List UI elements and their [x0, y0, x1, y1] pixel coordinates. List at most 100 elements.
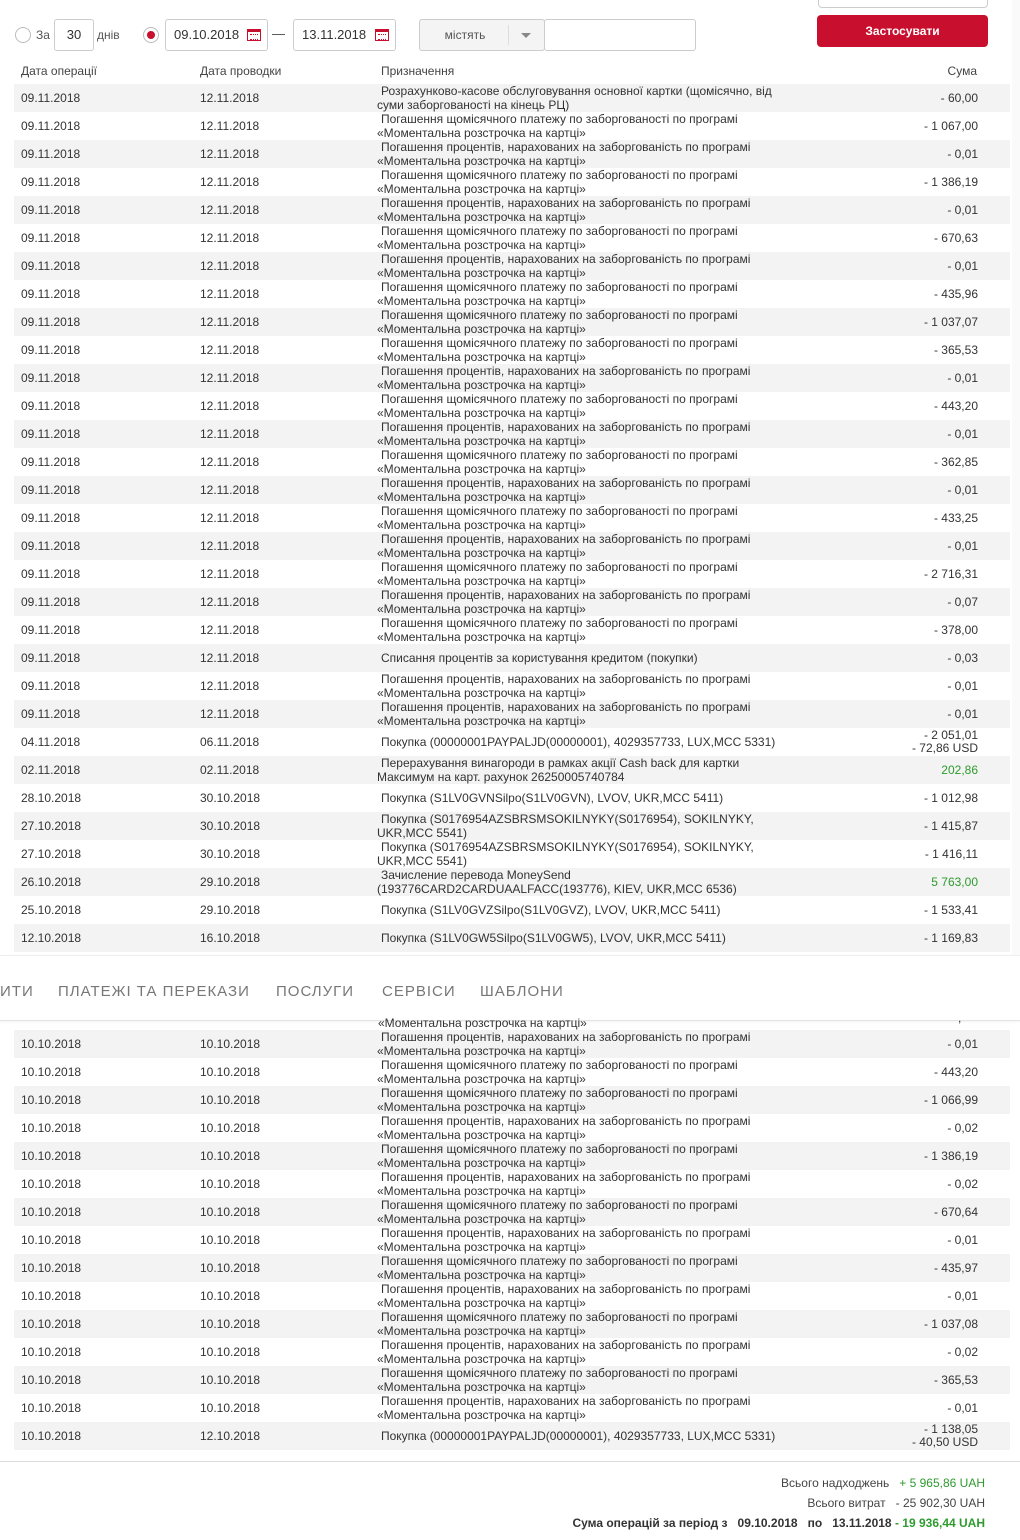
- description-line: Покупка (S0176954AZSBRSMSOKILNYKY(S01769…: [381, 840, 754, 854]
- operation-date: 10.10.2018: [21, 1121, 82, 1135]
- nav-item-payments[interactable]: ПЛАТЕЖІ ТА ПЕРЕКАЗИ: [58, 983, 250, 1000]
- table-row[interactable]: 10.10.2018 10.10.2018 Погашення процентів,…: [14, 1170, 1010, 1198]
- table-row[interactable]: 28.10.2018 30.10.2018 Покупка (S1LV0GVNSil…: [14, 784, 1010, 812]
- operation-date: 10.10.2018: [21, 1065, 82, 1079]
- nav-item-partial[interactable]: ИТИ: [0, 983, 34, 1000]
- table-row[interactable]: 10.10.2018 10.10.2018 Погашення щомісячног…: [14, 1254, 1010, 1282]
- table-row[interactable]: 27.10.2018 30.10.2018 Покупка (S0176954AZS…: [14, 812, 1010, 840]
- header-post-date[interactable]: Дата проводки: [200, 64, 281, 78]
- table-row[interactable]: 09.11.2018 12.11.2018 Погашення щомісячног…: [14, 112, 1010, 140]
- description: Погашення щомісячного платежу по заборго…: [377, 1254, 797, 1282]
- table-row[interactable]: 10.10.2018 10.10.2018 Погашення щомісячног…: [14, 1198, 1010, 1226]
- table-row[interactable]: 10.10.2018 10.10.2018 Погашення процентів,…: [14, 1030, 1010, 1058]
- table-row[interactable]: 09.11.2018 12.11.2018 Погашення процентів,…: [14, 364, 1010, 392]
- operation-date: 12.10.2018: [21, 931, 82, 945]
- table-row[interactable]: 09.11.2018 12.11.2018 Списання процентів з…: [14, 644, 1010, 672]
- amount-value: - 0,01: [947, 706, 978, 721]
- table-row[interactable]: 10.10.2018 10.10.2018 Погашення щомісячног…: [14, 1366, 1010, 1394]
- posting-date: 30.10.2018: [200, 791, 261, 805]
- table-row[interactable]: 10.10.2018 10.10.2018 Погашення процентів,…: [14, 1226, 1010, 1254]
- calendar-icon[interactable]: [247, 29, 261, 41]
- nav-item-tools[interactable]: СЕРВІСИ: [382, 983, 456, 1000]
- date-separator: —: [272, 26, 285, 41]
- period-days-input[interactable]: 30: [54, 19, 94, 51]
- description: Погашення процентів, нарахованих на забо…: [377, 140, 797, 168]
- table-row[interactable]: 10.10.2018 10.10.2018 Погашення щомісячног…: [14, 1086, 1010, 1114]
- header-op-date[interactable]: Дата операції: [21, 64, 97, 78]
- table-row[interactable]: 09.11.2018 12.11.2018 Погашення процентів,…: [14, 420, 1010, 448]
- table-row[interactable]: 10.10.2018 10.10.2018 Погашення щомісячног…: [14, 1310, 1010, 1338]
- table-row[interactable]: 10.10.2018 10.10.2018 Погашення процентів,…: [14, 1114, 1010, 1142]
- header-amount[interactable]: Сума: [948, 64, 977, 78]
- description-line: Погашення щомісячного платежу по заборго…: [381, 112, 738, 126]
- table-row[interactable]: 10.10.2018 10.10.2018 Погашення щомісячног…: [14, 1058, 1010, 1086]
- table-row[interactable]: 09.11.2018 12.11.2018 Розрахунково-касове …: [14, 84, 1010, 112]
- amount: - 0,07: [947, 588, 978, 616]
- table-row[interactable]: 10.10.2018 10.10.2018 Погашення щомісячног…: [14, 1142, 1010, 1170]
- period-to: 13.11.2018: [832, 1516, 892, 1530]
- total-expense-label: Всього витрат: [807, 1496, 886, 1510]
- table-row[interactable]: 09.11.2018 12.11.2018 Погашення щомісячног…: [14, 616, 1010, 644]
- description: Покупка (S1LV0GVNSilpo(S1LV0GVN), LVOV, …: [377, 784, 797, 812]
- apply-button[interactable]: Застосувати: [817, 15, 988, 47]
- header-description[interactable]: Призначення: [381, 64, 454, 78]
- total-income: Всього надходжень + 5 965,86 UAH: [781, 1476, 985, 1490]
- table-row[interactable]: 09.11.2018 12.11.2018 Погашення процентів,…: [14, 196, 1010, 224]
- table-row[interactable]: 12.10.2018 16.10.2018 Покупка (S1LV0GW5Sil…: [14, 924, 1010, 952]
- calendar-icon[interactable]: [375, 29, 389, 41]
- date-to-input[interactable]: 13.11.2018: [293, 19, 396, 51]
- table-row[interactable]: 09.11.2018 12.11.2018 Погашення щомісячног…: [14, 392, 1010, 420]
- description-line: «Моментальна розстрочка на картці»: [377, 686, 586, 700]
- table-row[interactable]: 10.10.2018 10.10.2018 Погашення процентів,…: [14, 1338, 1010, 1366]
- table-row[interactable]: 09.11.2018 12.11.2018 Погашення щомісячног…: [14, 168, 1010, 196]
- operation-date: 10.10.2018: [21, 1373, 82, 1387]
- search-input[interactable]: [544, 19, 696, 51]
- nav-item-templates[interactable]: ШАБЛОНИ: [480, 983, 564, 1000]
- table-row[interactable]: 10.10.2018 10.10.2018 Погашення процентів,…: [14, 1394, 1010, 1422]
- description: Погашення процентів, нарахованих на забо…: [377, 1170, 797, 1198]
- table-row[interactable]: 09.11.2018 12.11.2018 Погашення щомісячног…: [14, 224, 1010, 252]
- table-row[interactable]: 09.11.2018 12.11.2018 Погашення щомісячног…: [14, 280, 1010, 308]
- description: Зачисление перевода MoneySend (193776CARD…: [377, 868, 797, 896]
- clipped-row-amount: ,: [958, 1011, 962, 1025]
- chevron-down-icon[interactable]: [508, 25, 544, 45]
- description-line: «Моментальна розстрочка на картці»: [377, 350, 586, 364]
- table-row[interactable]: 09.11.2018 12.11.2018 Погашення процентів,…: [14, 532, 1010, 560]
- period-days-radio[interactable]: [15, 27, 31, 43]
- table-row[interactable]: 02.11.2018 02.11.2018 Перерахування винаго…: [14, 756, 1010, 784]
- operation-date: 09.11.2018: [21, 315, 81, 329]
- table-row[interactable]: 10.10.2018 10.10.2018 Погашення процентів,…: [14, 1282, 1010, 1310]
- table-row[interactable]: 26.10.2018 29.10.2018 Зачисление перевода …: [14, 868, 1010, 896]
- table-row[interactable]: 09.11.2018 12.11.2018 Погашення процентів,…: [14, 700, 1010, 728]
- table-row[interactable]: 10.10.2018 12.10.2018 Покупка (00000001PAY…: [14, 1422, 1010, 1450]
- table-row[interactable]: 09.11.2018 12.11.2018 Погашення щомісячног…: [14, 448, 1010, 476]
- scrollbar[interactable]: [1012, 0, 1020, 955]
- table-row[interactable]: 27.10.2018 30.10.2018 Покупка (S0176954AZS…: [14, 840, 1010, 868]
- date-range-radio[interactable]: [143, 27, 159, 43]
- operation-date: 10.10.2018: [21, 1233, 82, 1247]
- description-line: «Моментальна розстрочка на картці»: [377, 1072, 586, 1086]
- description-line: «Моментальна розстрочка на картці»: [377, 1044, 586, 1058]
- table-row[interactable]: 09.11.2018 12.11.2018 Погашення процентів,…: [14, 252, 1010, 280]
- amount-value: - 0,01: [947, 1400, 978, 1415]
- description: Погашення щомісячного платежу по заборго…: [377, 1142, 797, 1170]
- table-row[interactable]: 09.11.2018 12.11.2018 Погашення процентів,…: [14, 140, 1010, 168]
- posting-date: 12.11.2018: [200, 343, 260, 357]
- table-row[interactable]: 09.11.2018 12.11.2018 Погашення щомісячног…: [14, 560, 1010, 588]
- table-row[interactable]: 09.11.2018 12.11.2018 Погашення процентів,…: [14, 588, 1010, 616]
- table-row[interactable]: 09.11.2018 12.11.2018 Погашення щомісячног…: [14, 308, 1010, 336]
- table-row[interactable]: 04.11.2018 06.11.2018 Покупка (00000001PAY…: [14, 728, 1010, 756]
- table-row[interactable]: 09.11.2018 12.11.2018 Погашення щомісячног…: [14, 504, 1010, 532]
- description: Погашення процентів, нарахованих на забо…: [377, 1114, 797, 1142]
- table-row[interactable]: 09.11.2018 12.11.2018 Погашення процентів,…: [14, 672, 1010, 700]
- table-row[interactable]: 09.11.2018 12.11.2018 Погашення процентів,…: [14, 476, 1010, 504]
- description-line: Погашення процентів, нарахованих на забо…: [381, 588, 751, 602]
- search-mode-select[interactable]: містять: [419, 19, 545, 51]
- description-line: «Моментальна розстрочка на картці»: [377, 1100, 586, 1114]
- table-row[interactable]: 25.10.2018 29.10.2018 Покупка (S1LV0GVZSil…: [14, 896, 1010, 924]
- table-row[interactable]: 09.11.2018 12.11.2018 Погашення щомісячног…: [14, 336, 1010, 364]
- date-from-input[interactable]: 09.10.2018: [165, 19, 268, 51]
- nav-item-services[interactable]: ПОСЛУГИ: [276, 983, 354, 1000]
- period-prefix-label: За: [36, 28, 50, 42]
- description: Погашення щомісячного платежу по заборго…: [377, 280, 797, 308]
